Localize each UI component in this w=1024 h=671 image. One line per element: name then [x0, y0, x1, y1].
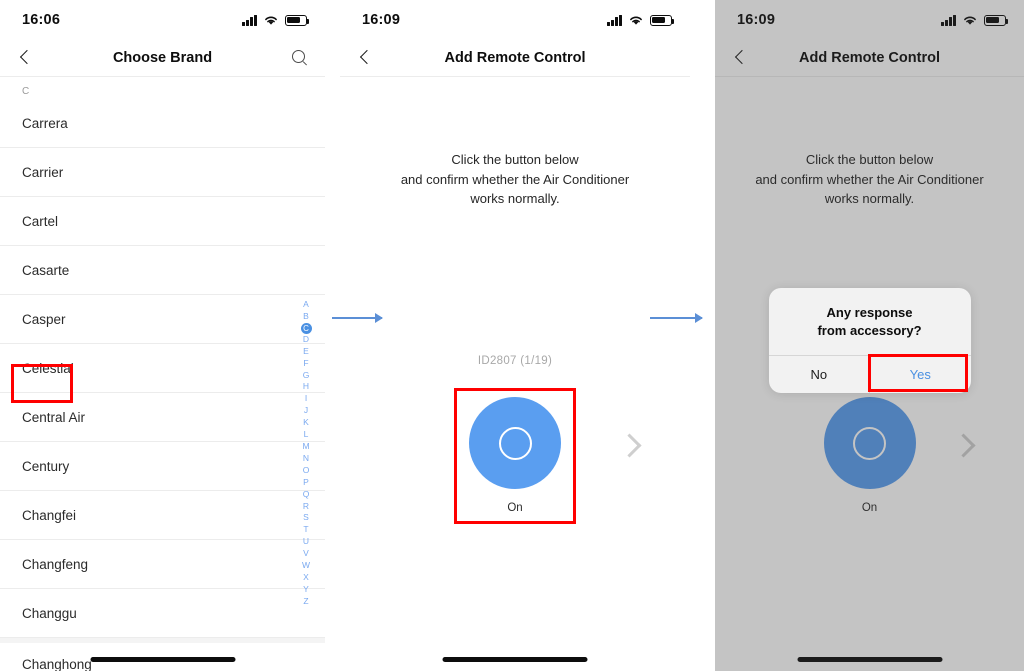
power-button-zone: On — [715, 397, 1024, 514]
page-title: Choose Brand — [112, 50, 213, 66]
list-item[interactable]: Changhong — [0, 638, 325, 671]
index-letter[interactable]: V — [300, 548, 312, 560]
index-letter[interactable]: G — [300, 370, 312, 382]
status-icons — [242, 14, 310, 26]
confirm-dialog: Any response from accessory? No Yes — [768, 288, 971, 393]
chevron-left-icon[interactable] — [16, 48, 36, 68]
search-icon[interactable] — [291, 49, 309, 67]
chevron-left-icon[interactable] — [731, 48, 751, 68]
list-item[interactable]: Casarte — [0, 246, 325, 295]
no-button[interactable]: No — [769, 356, 870, 393]
signal-bars-icon — [941, 14, 956, 26]
dialog-title: Any response from accessory? — [817, 305, 922, 338]
code-id-label: ID2807 (1/19) — [477, 355, 553, 367]
list-item[interactable]: Changfeng — [0, 540, 325, 589]
index-letter[interactable]: Z — [300, 596, 312, 608]
screenshot-stage: 16:06 Choose Brand C Carrera Carrier Car… — [0, 0, 1024, 671]
status-icons — [607, 14, 675, 26]
status-bar: 16:09 — [715, 0, 1024, 40]
nav-bar: Add Remote Control — [715, 40, 1024, 77]
power-button[interactable]: On — [823, 397, 916, 514]
chevron-right-icon[interactable] — [950, 432, 976, 458]
status-bar: 16:06 — [0, 0, 325, 40]
index-letter[interactable]: A — [300, 299, 312, 311]
index-letter[interactable]: E — [300, 346, 312, 358]
list-item[interactable]: Carrera — [0, 99, 325, 148]
list-item[interactable]: Changgu — [0, 589, 325, 638]
index-letter[interactable]: B — [300, 311, 312, 323]
alphabet-index[interactable]: A B C D E F G H I J K L M N O P Q R S T — [300, 299, 312, 608]
list-item[interactable]: Changfei — [0, 491, 325, 540]
index-letter[interactable]: D — [300, 334, 312, 346]
phone-screen-add-remote-control: 16:09 Add Remote Control Click the butto… — [340, 0, 690, 671]
index-letter[interactable]: W — [300, 560, 312, 572]
remote-control-body: Click the button below and confirm wheth… — [340, 77, 690, 671]
wifi-icon — [964, 16, 976, 25]
phone-screen-confirm-dialog: 16:09 Add Remote Control Click the butto… — [715, 0, 1024, 671]
dialog-actions: No Yes — [768, 355, 971, 393]
index-letter[interactable]: R — [300, 501, 312, 513]
index-letter[interactable]: U — [300, 536, 312, 548]
list-section-header: C — [22, 86, 30, 97]
phone-screen-choose-brand: 16:06 Choose Brand C Carrera Carrier Car… — [0, 0, 325, 671]
status-clock: 16:06 — [22, 12, 61, 28]
index-letter[interactable]: M — [300, 441, 312, 453]
index-letter[interactable]: F — [300, 358, 312, 370]
yes-button[interactable]: Yes — [869, 356, 971, 393]
signal-bars-icon — [607, 14, 622, 26]
home-indicator — [90, 657, 235, 662]
index-letter[interactable]: Q — [300, 489, 312, 501]
index-letter[interactable]: H — [300, 381, 312, 393]
index-letter[interactable]: J — [300, 405, 312, 417]
index-letter[interactable]: O — [300, 465, 312, 477]
nav-bar: Add Remote Control — [340, 40, 690, 77]
list-item-casper[interactable]: Casper — [0, 295, 325, 344]
flow-arrow-1 — [332, 313, 383, 323]
power-circle-icon — [823, 397, 916, 489]
power-button[interactable]: On — [469, 397, 561, 514]
power-circle-icon — [469, 397, 561, 489]
list-item[interactable]: Cartel — [0, 197, 325, 246]
signal-bars-icon — [242, 14, 257, 26]
wifi-icon — [630, 16, 642, 25]
list-item[interactable]: Carrier — [0, 148, 325, 197]
index-letter[interactable]: K — [300, 417, 312, 429]
status-clock: 16:09 — [362, 12, 401, 28]
index-letter[interactable]: L — [300, 429, 312, 441]
instruction-text: Click the button below and confirm wheth… — [755, 152, 984, 206]
brand-list: C Carrera Carrier Cartel Casarte Casper … — [0, 77, 325, 671]
home-indicator — [442, 657, 588, 662]
battery-icon — [984, 14, 1009, 26]
list-item[interactable]: Central Air — [0, 393, 325, 442]
page-title: Add Remote Control — [799, 50, 940, 66]
page-title: Add Remote Control — [444, 50, 586, 66]
instruction-text: Click the button below and confirm wheth… — [400, 152, 630, 206]
flow-arrow-2 — [650, 313, 703, 323]
list-item[interactable]: Celestial — [0, 344, 325, 393]
power-button-label: On — [507, 502, 523, 514]
status-icons — [941, 14, 1009, 26]
index-letter[interactable]: N — [300, 453, 312, 465]
index-letter[interactable]: X — [300, 572, 312, 584]
chevron-left-icon[interactable] — [356, 48, 376, 68]
index-letter-active[interactable]: C — [300, 322, 312, 334]
battery-icon — [285, 14, 310, 26]
power-button-label: On — [861, 502, 878, 514]
chevron-right-icon[interactable] — [616, 432, 642, 458]
list-item[interactable]: Century — [0, 442, 325, 491]
index-letter[interactable]: Y — [300, 584, 312, 596]
home-indicator — [797, 657, 942, 662]
index-letter[interactable]: I — [300, 393, 312, 405]
index-letter[interactable]: S — [300, 512, 312, 524]
index-letter[interactable]: T — [300, 524, 312, 536]
battery-icon — [650, 14, 675, 26]
status-clock: 16:09 — [737, 12, 776, 28]
nav-bar: Choose Brand — [0, 40, 325, 77]
index-letter[interactable]: P — [300, 477, 312, 489]
wifi-icon — [265, 16, 277, 25]
status-bar: 16:09 — [340, 0, 690, 40]
power-button-zone: On — [340, 397, 690, 514]
